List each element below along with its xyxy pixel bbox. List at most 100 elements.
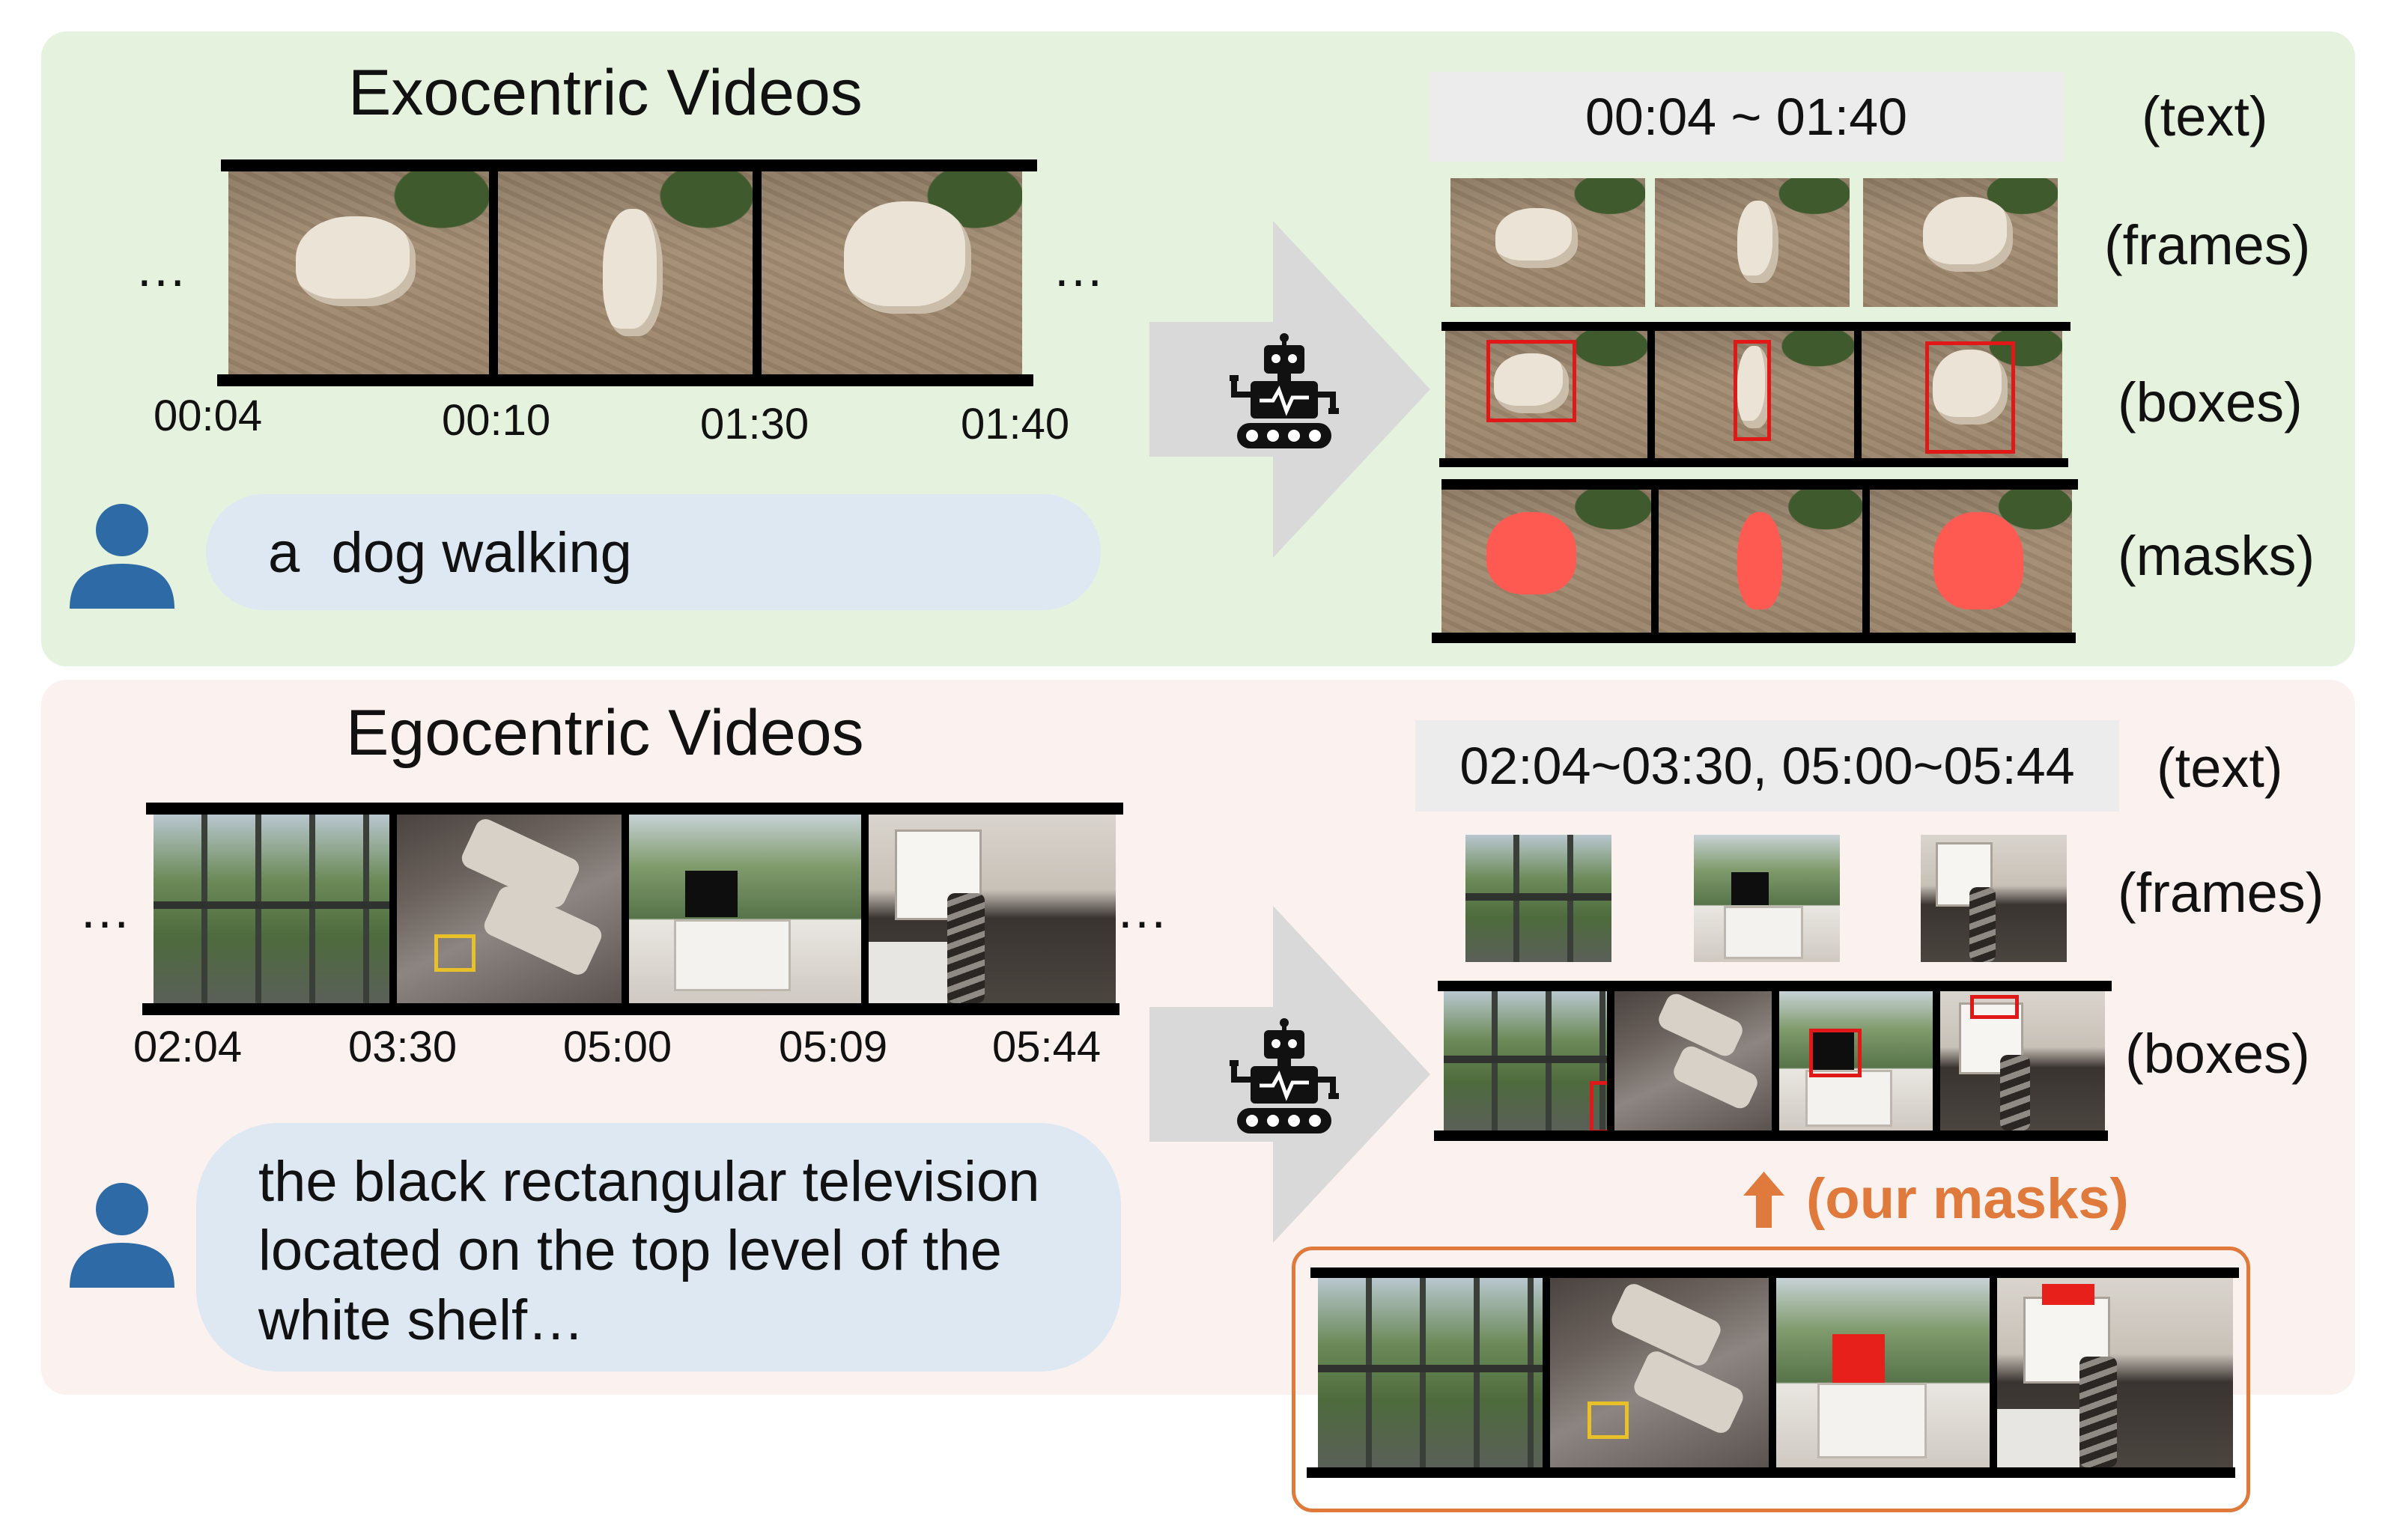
- exo-ellipsis-right: …: [1052, 239, 1108, 297]
- bounding-box: [1809, 1029, 1862, 1077]
- exocentric-title: Exocentric Videos: [348, 57, 863, 129]
- television: [1731, 872, 1769, 905]
- television: [685, 871, 738, 917]
- bounding-box: [1925, 341, 2015, 454]
- robot-icon: [1230, 1018, 1339, 1133]
- ego-mask-frame: [1776, 1278, 1990, 1467]
- ego-timestamp: 05:44: [992, 1023, 1102, 1071]
- exo-query-text: a dog walking: [268, 521, 632, 585]
- exo-frame-2: [498, 171, 753, 374]
- exo-frame-1: [228, 171, 489, 374]
- dog-mask: [1737, 512, 1782, 609]
- ego-out-frame: [1465, 835, 1611, 962]
- ego-mask-frame: [1997, 1278, 2233, 1467]
- exo-film-divider: [1854, 331, 1862, 458]
- ego-film-bottom: [142, 1003, 1119, 1015]
- exo-film-divider: [753, 171, 762, 374]
- ego-output-text: 02:04~03:30, 05:00~05:44: [1415, 720, 2119, 812]
- ego-frame-tv: [629, 815, 861, 1003]
- dog-mask: [1486, 512, 1576, 594]
- ego-film-divider: [622, 815, 629, 1003]
- ego-ellipsis-left: …: [79, 880, 134, 939]
- ego-query-line: the black rectangular television: [258, 1150, 1040, 1214]
- ego-query-line: white shelf…: [258, 1288, 585, 1352]
- television-mask: [1832, 1334, 1885, 1383]
- ego-frame-window: [154, 815, 389, 1003]
- ego-mask-frame: [1318, 1278, 1543, 1467]
- user-icon: [70, 504, 174, 609]
- exo-masks-film-top: [1441, 479, 2078, 490]
- ego-frame-room: [869, 815, 1116, 1003]
- exo-label-frames: (frames): [2104, 214, 2311, 276]
- ego-film-top: [146, 803, 1123, 815]
- cushion: [1670, 1043, 1761, 1112]
- bounding-box: [1486, 340, 1576, 422]
- dog-figure: [603, 209, 663, 336]
- ego-timestamp: 02:04: [133, 1023, 243, 1071]
- exo-boxes-film-top: [1441, 322, 2070, 331]
- exo-timestamp: 00:04: [154, 392, 263, 440]
- ego-film-divider: [1933, 991, 1940, 1130]
- bounding-box: [1734, 340, 1771, 441]
- mask-film-top: [1310, 1267, 2239, 1278]
- bounding-box: [1590, 1081, 1607, 1130]
- ego-timestamp: 03:30: [348, 1023, 458, 1071]
- shelf: [1817, 1383, 1927, 1458]
- ego-film-divider: [1607, 991, 1614, 1130]
- ego-query-line: located on the top level of the: [258, 1219, 1002, 1282]
- highlight-box: [1588, 1401, 1629, 1439]
- vase: [2079, 1357, 2117, 1467]
- ego-label-frames: (frames): [2118, 862, 2324, 924]
- robot-icon: [1230, 333, 1339, 448]
- exo-label-masks: (masks): [2118, 525, 2315, 587]
- ego-box-frame: [1779, 991, 1933, 1130]
- exo-out-frame: [1450, 178, 1645, 307]
- dog-mask: [1933, 512, 2023, 609]
- exo-film-divider: [1647, 331, 1655, 458]
- up-arrow-icon: [1743, 1172, 1784, 1228]
- mask-film-bottom: [1307, 1467, 2235, 1478]
- dog-figure: [844, 201, 971, 314]
- ego-box-frame: [1444, 991, 1607, 1130]
- shelf: [1805, 1070, 1892, 1127]
- mask-film-divider: [1543, 1278, 1550, 1467]
- highlight-box: [434, 934, 476, 972]
- exo-film-divider: [1651, 490, 1659, 633]
- ego-frame-sofa: [397, 815, 622, 1003]
- ego-film-divider: [1772, 991, 1779, 1130]
- exo-film-divider: [1862, 490, 1870, 633]
- exo-timestamp: 01:30: [700, 400, 809, 448]
- egocentric-title: Egocentric Videos: [346, 697, 864, 769]
- exo-out-frame: [1863, 178, 2058, 307]
- exo-mask-frame: [1659, 490, 1862, 633]
- ego-boxes-film-top: [1438, 981, 2112, 991]
- exo-masks-film-bottom: [1432, 633, 2076, 643]
- ego-label-text: (text): [2157, 737, 2283, 799]
- exo-box-frame: [1655, 331, 1854, 458]
- exo-output-text: 00:04 ~ 01:40: [1429, 72, 2064, 162]
- shelf: [674, 919, 791, 991]
- exo-out-frame: [1655, 178, 1850, 307]
- ego-box-frame: [1614, 991, 1772, 1130]
- vase: [1969, 887, 1996, 962]
- exo-frame-3: [762, 171, 1022, 374]
- ego-label-boxes: (boxes): [2125, 1023, 2310, 1085]
- television-mask: [2042, 1284, 2094, 1305]
- user-icon: [70, 1183, 174, 1288]
- ego-film-divider: [389, 815, 397, 1003]
- dog-figure: [1737, 201, 1778, 283]
- exo-box-frame: [1445, 331, 1647, 458]
- exo-film-top: [221, 159, 1037, 171]
- exo-film-bottom: [217, 374, 1033, 386]
- exo-ellipsis-left: …: [135, 239, 190, 297]
- mask-film-divider: [1769, 1278, 1776, 1467]
- vase: [2000, 1055, 2030, 1130]
- exo-timestamp: 01:40: [961, 400, 1070, 448]
- shelf: [1724, 906, 1803, 959]
- exo-mask-frame: [1870, 490, 2072, 633]
- exo-timestamp: 00:10: [442, 396, 551, 445]
- ego-boxes-film-bottom: [1434, 1130, 2108, 1141]
- exo-label-text: (text): [2142, 85, 2268, 147]
- exo-label-boxes: (boxes): [2118, 371, 2303, 433]
- exo-box-frame: [1862, 331, 2062, 458]
